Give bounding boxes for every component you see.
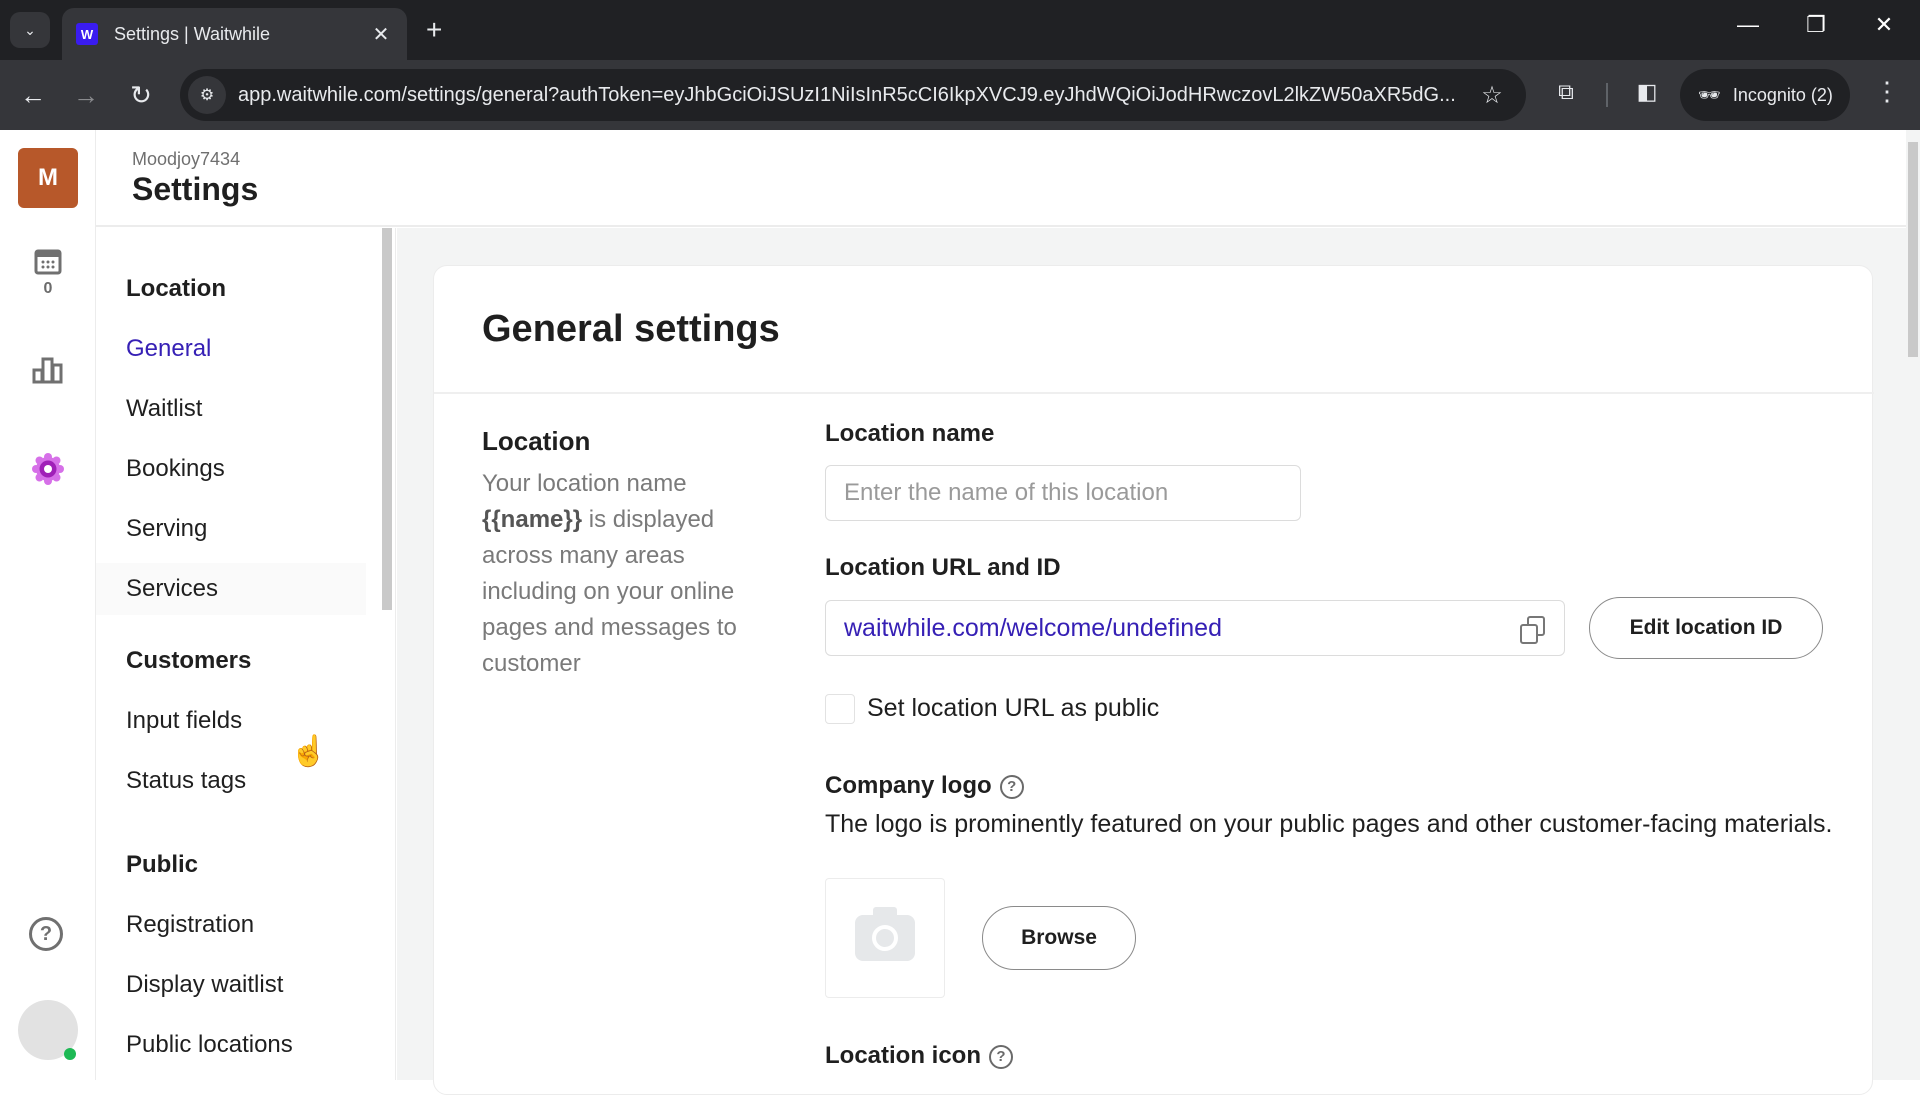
rail-settings[interactable] <box>0 452 96 486</box>
sidenav-scrollbar[interactable] <box>382 228 392 610</box>
new-tab-button[interactable]: + <box>426 14 442 46</box>
page-title: Settings <box>132 171 259 207</box>
company-logo-label-text: Company logo <box>825 772 992 799</box>
puzzle-icon[interactable]: ⧉ <box>1550 79 1582 105</box>
browse-button[interactable]: Browse <box>982 906 1136 970</box>
company-logo-description: The logo is prominently featured on your… <box>825 810 1833 838</box>
incognito-icon: 🕶 <box>1698 84 1721 105</box>
settings-sidenav: Location General Waitlist Bookings Servi… <box>96 228 396 1080</box>
restore-icon[interactable]: ❐ <box>1796 12 1836 38</box>
sidebar-item-services[interactable]: Services <box>96 563 366 615</box>
minimize-icon[interactable]: — <box>1728 12 1768 38</box>
address-bar[interactable]: ⚙ app.waitwhile.com/settings/general?aut… <box>180 69 1526 121</box>
forward-arrow-icon[interactable]: → <box>68 77 104 113</box>
card-title: General settings <box>482 308 780 350</box>
location-section-title: Location <box>482 426 591 456</box>
logo-preview <box>825 878 945 998</box>
waitwhile-favicon-icon: W <box>76 23 98 45</box>
page-scrollbar[interactable] <box>1906 130 1920 1080</box>
location-url-field[interactable]: waitwhile.com/welcome/undefined <box>825 600 1565 656</box>
nav-section-public: Public <box>126 851 199 878</box>
public-url-checkbox-label: Set location URL as public <box>867 694 1160 722</box>
location-name-input[interactable] <box>825 465 1301 521</box>
reload-icon[interactable]: ↻ <box>123 77 159 113</box>
tab-search-button[interactable]: ⌄ <box>10 12 50 48</box>
incognito-label: Incognito (2) <box>1732 84 1833 105</box>
location-url-value: waitwhile.com/welcome/undefined <box>844 613 1222 642</box>
back-arrow-icon[interactable]: ← <box>15 77 51 113</box>
url-text[interactable]: app.waitwhile.com/settings/general?authT… <box>238 84 1472 107</box>
gear-icon <box>32 453 64 485</box>
card-divider <box>434 392 1874 394</box>
app: M 0 ? Moodjoy7434 Settings Location Gene… <box>0 130 1920 1095</box>
public-url-checkbox[interactable] <box>825 694 855 724</box>
location-url-label: Location URL and ID <box>825 554 1061 581</box>
page-scrollbar-thumb[interactable] <box>1908 142 1918 357</box>
help-icon[interactable]: ? <box>29 917 63 951</box>
help-circle-icon[interactable]: ? <box>989 1044 1013 1069</box>
location-section-description: Your location name {{name}} is displayed… <box>482 466 782 682</box>
calendar-count: 0 <box>43 280 53 297</box>
page-header: Moodjoy7434 Settings <box>96 130 1906 227</box>
close-icon[interactable]: ✕ <box>1864 12 1904 38</box>
location-icon-label: Location icon? <box>825 1042 1013 1070</box>
sidebar-item-registration[interactable]: Registration <box>96 899 366 951</box>
nav-section-customers: Customers <box>126 647 252 674</box>
help-circle-icon[interactable]: ? <box>999 774 1024 799</box>
chevron-down-icon: ⌄ <box>24 21 36 38</box>
left-rail: M 0 ? <box>0 130 96 1080</box>
browser-toolbar: ← → ↻ ⚙ app.waitwhile.com/settings/gener… <box>0 60 1920 130</box>
rail-calendar[interactable]: 0 <box>0 246 96 298</box>
copy-icon[interactable] <box>1518 614 1546 644</box>
location-icon-label-text: Location icon <box>825 1042 981 1069</box>
sidebar-item-public-locations[interactable]: Public locations <box>96 1019 366 1071</box>
tab-close-icon[interactable]: ✕ <box>369 22 393 47</box>
location-name-label: Location name <box>825 420 995 447</box>
camera-icon <box>855 907 915 961</box>
incognito-button[interactable]: 🕶 Incognito (2) <box>1680 69 1850 121</box>
general-settings-card: General settings Location Your location … <box>433 265 1874 1095</box>
star-icon[interactable]: ☆ <box>1472 81 1512 110</box>
sidebar-item-serving[interactable]: Serving <box>96 503 366 555</box>
online-status-dot <box>64 1048 76 1060</box>
bar-chart-icon <box>32 357 63 384</box>
desc-text: Your location name <box>482 470 687 497</box>
toolbar-divider <box>1606 83 1608 107</box>
side-panel-icon[interactable]: ◧ <box>1631 79 1663 105</box>
browser-tabstrip: ⌄ W Settings | Waitwhile ✕ + — ❐ ✕ <box>0 0 1920 60</box>
sidebar-item-general[interactable]: General <box>96 323 366 375</box>
name-token: {{name}} <box>482 506 583 533</box>
sidebar-item-waitlist[interactable]: Waitlist <box>96 383 366 435</box>
browser-tab[interactable]: W Settings | Waitwhile ✕ <box>62 8 407 60</box>
site-info-icon[interactable]: ⚙ <box>188 76 226 114</box>
rail-analytics[interactable] <box>0 356 96 384</box>
org-avatar[interactable]: M <box>18 148 78 208</box>
org-name: Moodjoy7434 <box>132 149 241 169</box>
edit-location-id-button[interactable]: Edit location ID <box>1589 597 1823 659</box>
tab-title: Settings | Waitwhile <box>114 23 271 44</box>
calendar-icon <box>34 249 62 275</box>
company-logo-label: Company logo? <box>825 772 1024 800</box>
main-content: General settings Location Your location … <box>397 228 1906 1095</box>
sidebar-item-bookings[interactable]: Bookings <box>96 443 366 495</box>
hand-cursor-icon: ☝ <box>290 735 328 768</box>
kebab-menu-icon[interactable]: ⋮ <box>1872 76 1902 107</box>
nav-section-location: Location <box>126 275 226 302</box>
sidebar-item-display-waitlist[interactable]: Display waitlist <box>96 959 366 1011</box>
